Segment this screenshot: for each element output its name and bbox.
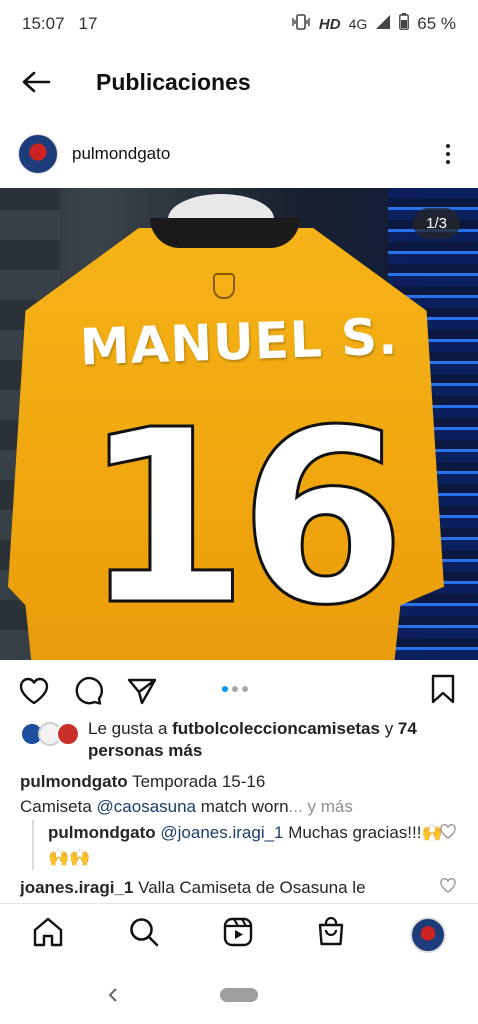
heart-icon[interactable] xyxy=(440,878,456,894)
comment-mention[interactable]: @joanes.iragi_1 xyxy=(160,823,283,842)
post-username[interactable]: pulmondgato xyxy=(72,144,436,164)
notification-count: 17 xyxy=(78,14,98,33)
more-link[interactable]: ... y más xyxy=(289,797,353,816)
caption-text: Temporada 15-16 xyxy=(127,772,266,791)
likes-user[interactable]: futbolcoleccioncamisetas xyxy=(172,719,380,738)
comment-button[interactable] xyxy=(72,675,104,707)
bottom-navigation xyxy=(0,903,478,965)
image-counter: 1/3 xyxy=(413,208,460,239)
liker-avatars xyxy=(20,722,80,762)
nav-home[interactable] xyxy=(32,917,64,952)
header: Publicaciones xyxy=(0,52,478,112)
caption-text-3: match worn xyxy=(196,797,289,816)
carousel-indicator xyxy=(222,686,248,692)
jersey-collar xyxy=(150,218,300,248)
jersey-number: 16 xyxy=(81,378,408,658)
comment-reply: pulmondgato @joanes.iragi_1 Muchas graci… xyxy=(32,820,452,870)
shop-icon xyxy=(319,916,344,946)
status-time: 15:07 xyxy=(22,14,65,33)
signal-label: 4G xyxy=(348,16,368,32)
battery-level: 65 % xyxy=(417,14,456,33)
vibrate-icon xyxy=(291,13,311,35)
nav-search[interactable] xyxy=(129,917,159,952)
system-navigation xyxy=(0,965,478,1024)
nav-shop[interactable] xyxy=(317,916,345,952)
battery-icon xyxy=(399,13,410,35)
back-button[interactable] xyxy=(0,52,72,112)
chevron-left-icon[interactable] xyxy=(106,986,120,1004)
home-icon xyxy=(33,917,63,947)
likes-prefix: Le gusta a xyxy=(88,719,173,738)
status-bar: 15:07 17 HD 4G 65 % xyxy=(0,0,478,48)
more-options-button[interactable] xyxy=(436,144,460,164)
caption-mention[interactable]: @caosasuna xyxy=(97,797,197,816)
heart-icon xyxy=(19,677,49,705)
post-caption: pulmondgato Temporada 15-16 Camiseta @ca… xyxy=(20,769,460,819)
nav-reels[interactable] xyxy=(223,917,253,952)
comment: joanes.iragi_1 Valla Camiseta de Osasuna… xyxy=(20,875,440,900)
network-type: HD xyxy=(318,15,341,33)
avatar[interactable] xyxy=(18,134,58,174)
more-vertical-icon xyxy=(446,144,450,148)
comment-icon xyxy=(75,676,103,705)
carousel-dot xyxy=(242,686,248,692)
comment-username[interactable]: joanes.iragi_1 xyxy=(20,878,133,897)
like-button[interactable] xyxy=(18,675,50,707)
home-gesture-pill[interactable] xyxy=(220,987,258,1002)
comment-username[interactable]: pulmondgato xyxy=(48,823,156,842)
likes-middle: y xyxy=(379,719,398,738)
share-button[interactable] xyxy=(126,675,158,707)
carousel-dot xyxy=(232,686,238,692)
avatar xyxy=(56,722,80,746)
send-icon xyxy=(127,678,157,705)
likes-summary[interactable]: Le gusta a futbolcoleccioncamisetas y 74… xyxy=(20,718,460,762)
reels-icon xyxy=(223,917,253,947)
comment-text: Valla Camiseta de Osasuna le xyxy=(133,878,366,897)
crest-icon xyxy=(213,273,235,299)
page-title: Publicaciones xyxy=(96,68,251,95)
carousel-dot xyxy=(222,686,228,692)
caption-text-2: Camiseta xyxy=(20,797,97,816)
arrow-left-icon xyxy=(22,71,51,93)
post-header: pulmondgato xyxy=(0,128,478,180)
likes-text: Le gusta a futbolcoleccioncamisetas y 74… xyxy=(88,718,460,762)
caption-username[interactable]: pulmondgato xyxy=(20,772,128,791)
nav-profile-avatar[interactable] xyxy=(409,916,446,953)
signal-icon xyxy=(375,14,391,35)
search-icon xyxy=(129,918,158,947)
bookmark-icon xyxy=(431,674,455,704)
save-button[interactable] xyxy=(430,674,456,709)
heart-icon[interactable] xyxy=(440,824,456,840)
post-image[interactable]: MANUEL S. 16 1/3 xyxy=(0,188,478,660)
